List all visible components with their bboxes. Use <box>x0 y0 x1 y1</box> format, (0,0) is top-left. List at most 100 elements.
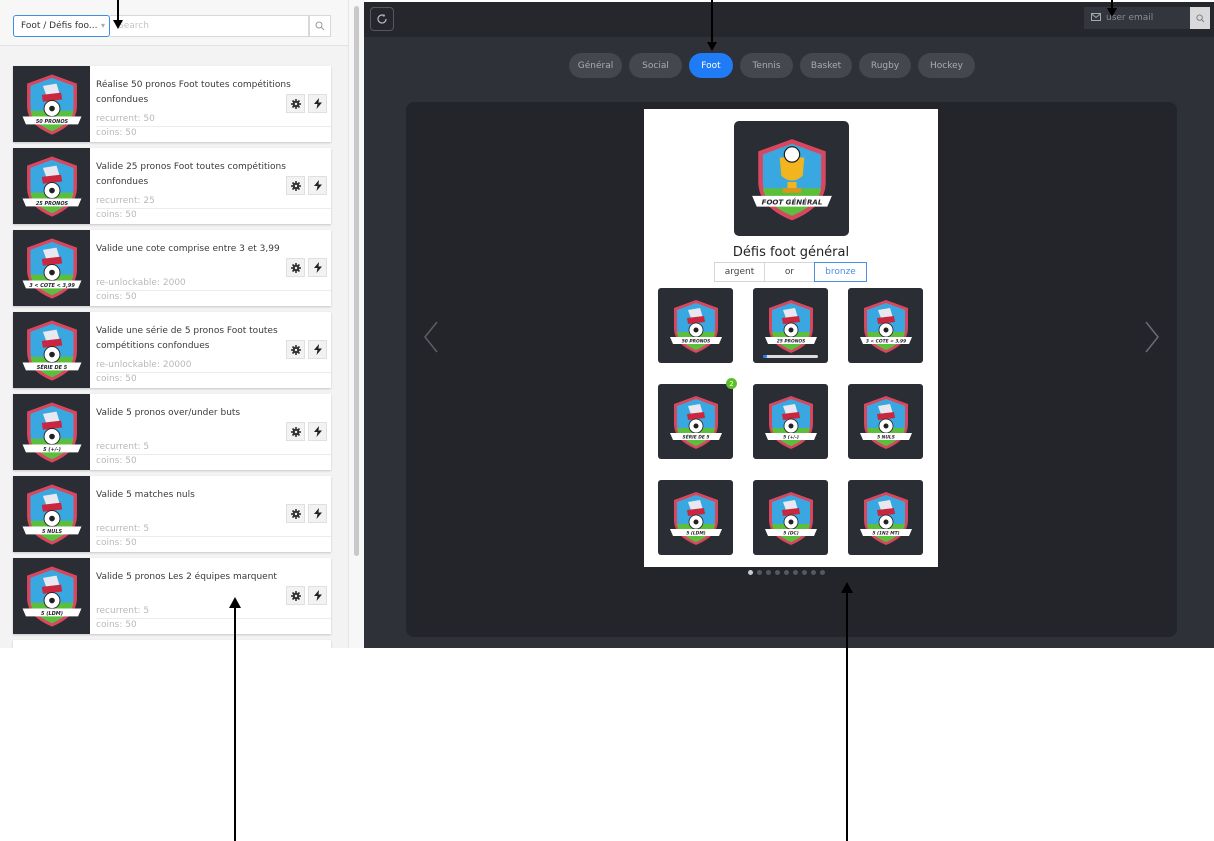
unlock-button[interactable] <box>308 94 327 113</box>
unlock-button[interactable] <box>308 422 327 441</box>
item-divider <box>96 372 331 373</box>
tab-foot[interactable]: Foot <box>689 53 733 78</box>
pagination-dot[interactable] <box>775 570 780 575</box>
football-badge-icon: 5 NULS <box>859 395 912 449</box>
mail-icon <box>1091 13 1101 21</box>
football-badge-icon: 50 PRONOS <box>669 299 722 353</box>
lightning-icon <box>313 590 322 601</box>
item-meta: recurrent: 5 <box>96 606 150 616</box>
football-badge-icon: 3 < COTE < 3,99 <box>859 299 912 353</box>
trophy-badge-icon: FOOT GÉNÉRAL <box>751 138 832 220</box>
badge-cell[interactable]: 5 (LDM) <box>658 480 733 555</box>
settings-button[interactable] <box>286 422 305 441</box>
pagination-dot[interactable] <box>766 570 771 575</box>
list-scrollbar-thumb[interactable] <box>354 6 359 556</box>
item-thumbnail: 5 (+/-) <box>13 394 90 470</box>
list-item[interactable] <box>13 640 331 648</box>
item-divider <box>96 536 331 537</box>
chevron-right-icon[interactable] <box>1143 320 1161 354</box>
pagination-dot[interactable] <box>748 570 753 575</box>
item-title: Valide 5 matches nuls <box>96 490 195 500</box>
badge-cell[interactable]: 5 (+/-) <box>753 384 828 459</box>
football-badge-icon: 5 NULS <box>22 484 81 545</box>
badge-label: 5 (+/-) <box>783 434 799 440</box>
list-item[interactable]: 50 PRONOS Réalise 50 pronos Foot toutes c… <box>13 66 331 142</box>
item-meta: re-unlockable: 2000 <box>96 278 186 288</box>
pagination-dot[interactable] <box>757 570 762 575</box>
list-item[interactable]: 5 (LDM) Valide 5 pronos Les 2 équipes mar… <box>13 558 331 634</box>
settings-button[interactable] <box>286 504 305 523</box>
search-button[interactable] <box>309 15 331 37</box>
tab-basket[interactable]: Basket <box>800 53 852 78</box>
item-divider <box>96 618 331 619</box>
item-divider <box>96 454 331 455</box>
list-item[interactable]: 5 (+/-) Valide 5 pronos over/under buts re… <box>13 394 331 470</box>
badge-label: 25 PRONOS <box>35 201 68 207</box>
settings-button[interactable] <box>286 258 305 277</box>
level-bronze[interactable]: bronze <box>814 262 867 282</box>
category-select[interactable]: Foot / Défis foo... ▾ <box>13 15 110 37</box>
badge-cell[interactable]: 5 (DC) <box>753 480 828 555</box>
pagination-dot[interactable] <box>784 570 789 575</box>
badge-label: 5 (1N2 MT) <box>872 530 899 536</box>
unlock-button[interactable] <box>308 258 327 277</box>
email-search-button[interactable] <box>1190 7 1210 29</box>
level-argent[interactable]: argent <box>714 262 765 282</box>
unlock-button[interactable] <box>308 340 327 359</box>
settings-button[interactable] <box>286 176 305 195</box>
item-actions <box>286 176 327 195</box>
gear-icon <box>290 590 301 601</box>
list-item[interactable]: 5 NULS Valide 5 matches nuls recurrent: 5 c… <box>13 476 331 552</box>
gear-icon <box>290 262 301 273</box>
annotation-arrow <box>113 0 123 29</box>
tab-tennis[interactable]: Tennis <box>740 53 793 78</box>
football-badge-icon: 5 (+/-) <box>764 395 817 449</box>
item-thumbnail: 25 PRONOS <box>13 148 90 224</box>
tab-social[interactable]: Social <box>629 53 682 78</box>
search-input[interactable] <box>110 15 309 37</box>
lightning-icon <box>313 262 322 273</box>
badge-cell[interactable]: 5 NULS <box>848 384 923 459</box>
chevron-down-icon: ▾ <box>100 21 105 30</box>
pagination-dot[interactable] <box>820 570 825 575</box>
badge-cell[interactable]: 25 PRONOS <box>753 288 828 363</box>
preview-toolbar <box>364 2 1214 37</box>
list-item[interactable]: 3 < COTE < 3,99 Valide une cote comprise … <box>13 230 331 306</box>
lightning-icon <box>313 344 322 355</box>
unlock-button[interactable] <box>308 504 327 523</box>
list-item[interactable]: SÉRIE DE 5 Valide une série de 5 pronos F… <box>13 312 331 388</box>
tab-hockey[interactable]: Hockey <box>918 53 975 78</box>
pagination-dot[interactable] <box>802 570 807 575</box>
badge-cell[interactable]: 50 PRONOS <box>658 288 733 363</box>
list-item[interactable]: 25 PRONOS Valide 25 pronos Foot toutes co… <box>13 148 331 224</box>
refresh-button[interactable] <box>370 7 394 31</box>
chevron-left-icon[interactable] <box>422 320 440 354</box>
gear-icon <box>290 344 301 355</box>
unlock-button[interactable] <box>308 176 327 195</box>
badge-label: 5 NULS <box>41 529 62 535</box>
unlock-button[interactable] <box>308 586 327 605</box>
item-coins: coins: 50 <box>96 620 137 630</box>
settings-button[interactable] <box>286 586 305 605</box>
badge-cell[interactable]: SÉRIE DE 5 2 <box>658 378 737 459</box>
badge-cell[interactable]: 3 < COTE < 3,99 <box>848 288 923 363</box>
gear-icon <box>290 98 301 109</box>
football-badge-icon: 25 PRONOS <box>22 156 81 217</box>
level-or[interactable]: or <box>764 262 815 282</box>
pagination-dot[interactable] <box>811 570 816 575</box>
tab-general[interactable]: Général <box>569 53 622 78</box>
item-coins: coins: 50 <box>96 292 137 302</box>
settings-button[interactable] <box>286 94 305 113</box>
badge-label: 3 < COTE < 3,99 <box>865 338 905 344</box>
tab-rugby[interactable]: Rugby <box>859 53 911 78</box>
sport-tabs: Général Social Foot Tennis Basket Rugby Hockey <box>569 53 975 78</box>
badge-cell[interactable]: 5 (1N2 MT) <box>848 480 923 555</box>
football-badge-icon: 5 (DC) <box>764 491 817 545</box>
settings-button[interactable] <box>286 340 305 359</box>
pagination-dot[interactable] <box>793 570 798 575</box>
group-badge: FOOT GÉNÉRAL <box>734 121 849 236</box>
item-divider <box>96 290 331 291</box>
item-thumbnail: 5 (LDM) <box>13 558 90 634</box>
football-badge-icon: SÉRIE DE 5 <box>669 395 722 449</box>
lightning-icon <box>313 98 322 109</box>
